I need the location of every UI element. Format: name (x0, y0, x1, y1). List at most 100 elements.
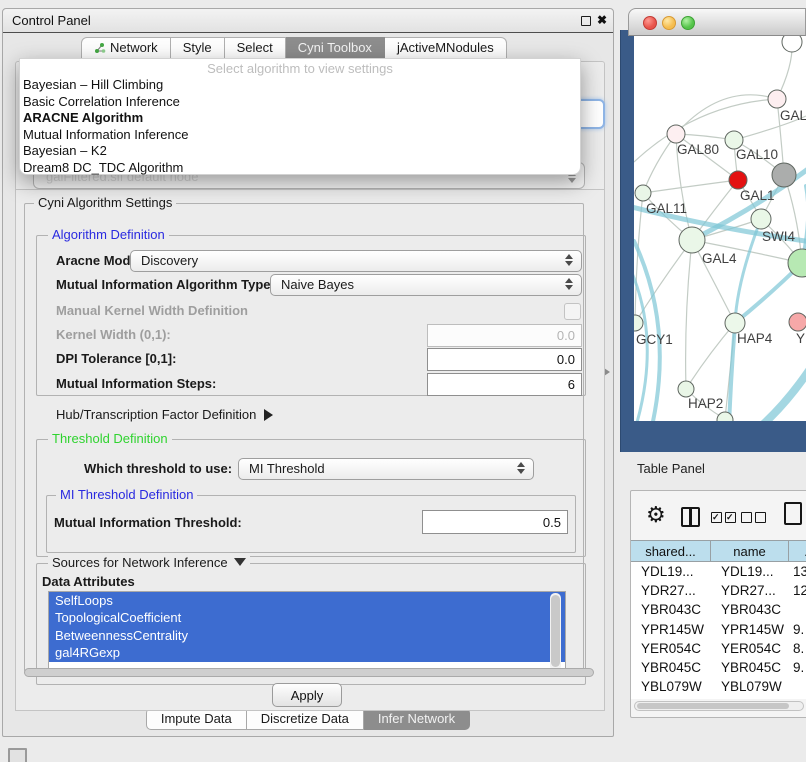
bottom-tab-impute-data[interactable]: Impute Data (146, 708, 247, 730)
tab-jactivemnodules[interactable]: jActiveMNodules (385, 37, 507, 59)
network-node-gal80[interactable] (667, 125, 685, 143)
control-panel-titlebar[interactable]: Control Panel ✖ (3, 9, 613, 33)
node-label: HAP2 (688, 396, 723, 411)
column-header-3[interactable]: A (789, 540, 806, 562)
columns-icon[interactable] (681, 507, 700, 527)
unchecked-box-icon (741, 512, 752, 523)
sources-title[interactable]: Sources for Network Inference (48, 556, 250, 570)
network-node-gal4[interactable] (679, 227, 705, 253)
which-threshold-combo[interactable]: MI Threshold (238, 458, 534, 480)
node-label: SWI4 (762, 229, 795, 244)
table-row[interactable]: YLR345WYLR345W9. (631, 696, 806, 699)
scrollbar-thumb[interactable] (551, 595, 560, 667)
network-node-gal1[interactable] (729, 171, 747, 189)
network-node-swi4[interactable] (751, 209, 771, 229)
network-node-hap4[interactable] (725, 313, 745, 333)
mi-steps-label: Mutual Information Steps: (56, 373, 216, 395)
tab-select[interactable]: Select (225, 37, 286, 59)
menu-item-mutual-information-inference[interactable]: Mutual Information Inference (20, 127, 580, 144)
menu-item-dream8-dc-tdc-algorithm[interactable]: Dream8 DC_TDC Algorithm (20, 160, 580, 177)
tab-label: Style (183, 38, 212, 58)
table-cell: 9. (789, 620, 806, 639)
manual-kernel-checkbox[interactable] (564, 303, 581, 320)
close-traffic-light-icon[interactable] (643, 16, 657, 30)
tab-cyni-toolbox[interactable]: Cyni Toolbox (286, 37, 385, 59)
table-row[interactable]: YER054CYER054C8. (631, 639, 806, 658)
network-edge-highlighted (729, 323, 735, 421)
table-row[interactable]: YBL079WYBL079W (631, 677, 806, 696)
menu-item-bayesian-hill-climbing[interactable]: Bayesian – Hill Climbing (20, 77, 580, 94)
mi-steps-input[interactable] (427, 373, 582, 396)
data-attributes-list[interactable]: SelfLoopsTopologicalCoefficientBetweenne… (48, 591, 566, 673)
scrollbar-thumb[interactable] (637, 703, 789, 709)
show-all-columns-icon[interactable]: ✓✓ (711, 512, 736, 523)
network-node-gal[interactable] (768, 90, 786, 108)
attribute-item-gal4rgexp[interactable]: gal4RGexp (49, 644, 565, 661)
network-node-hap2[interactable] (678, 381, 694, 397)
zoom-traffic-light-icon[interactable] (681, 16, 695, 30)
hub-definition-label: Hub/Transcription Factor Definition (56, 407, 256, 422)
network-canvas[interactable]: GALGAL80GAL10GAL1GAL11SWI4GAL4GCY1HAP4YH… (634, 36, 806, 421)
node-label: GAL80 (677, 142, 719, 157)
table-row[interactable]: YDR27...YDR27...12 (631, 581, 806, 600)
attribute-item-selfloops[interactable]: SelfLoops (49, 592, 565, 609)
network-node[interactable] (782, 36, 802, 52)
float-window-icon[interactable] (581, 16, 591, 26)
column-header-2[interactable]: name (711, 540, 789, 562)
combo-stepper-icon (565, 254, 574, 266)
function-builder-icon[interactable] (784, 502, 802, 525)
unchecked-box-icon (755, 512, 766, 523)
dpi-tolerance-label: DPI Tolerance [0,1]: (56, 348, 176, 370)
node-label: HAP4 (737, 331, 773, 346)
attributes-scrollbar[interactable] (550, 593, 561, 671)
cyni-settings-panel: Cyni Algorithm Settings Algorithm Defini… (15, 189, 605, 711)
table-row[interactable]: YDL19...YDL19...13 (631, 562, 806, 581)
network-node-gcy1[interactable] (634, 315, 643, 331)
table-cell: YER054C (631, 639, 711, 658)
table-row[interactable]: YBR045CYBR045C9. (631, 658, 806, 677)
checked-box-icon: ✓ (711, 512, 722, 523)
node-label: GAL1 (740, 188, 775, 203)
table-cell: YDL19... (631, 562, 711, 581)
kernel-width-input[interactable] (427, 324, 582, 347)
cyni-algorithm-settings-title: Cyni Algorithm Settings (34, 196, 176, 210)
gear-icon[interactable]: ⚙ (646, 503, 666, 527)
close-icon[interactable]: ✖ (597, 12, 607, 29)
hide-all-columns-icon[interactable] (741, 512, 766, 523)
tab-network[interactable]: Network (81, 37, 171, 59)
table-row[interactable]: YPR145WYPR145W9. (631, 620, 806, 639)
tab-label: Cyni Toolbox (298, 38, 372, 58)
apply-button[interactable]: Apply (272, 683, 342, 707)
mi-threshold-label: Mutual Information Threshold: (54, 512, 242, 534)
hub-definition-toggle[interactable]: Hub/Transcription Factor Definition (56, 406, 273, 424)
mi-algorithm-type-combo[interactable]: Naive Bayes (270, 274, 582, 296)
table-row[interactable]: YBR043CYBR043C (631, 600, 806, 619)
algorithm-menu: Bayesian – Hill ClimbingBasic Correlatio… (20, 77, 580, 177)
network-node-gal11[interactable] (635, 185, 651, 201)
mi-threshold-input[interactable] (422, 510, 568, 534)
dock-grip-icon[interactable] (8, 748, 27, 762)
expand-right-icon (264, 409, 273, 421)
settings-horizontal-scrollbar[interactable] (24, 668, 594, 677)
column-header-1[interactable]: shared... (631, 540, 711, 562)
bottom-tab-infer-network[interactable]: Infer Network (364, 708, 470, 730)
minimize-traffic-light-icon[interactable] (662, 16, 676, 30)
table-panel-title: Table Panel (637, 461, 705, 476)
attribute-item-topologicalcoefficient[interactable]: TopologicalCoefficient (49, 609, 565, 626)
bottom-tab-discretize-data[interactable]: Discretize Data (247, 708, 364, 730)
table-cell: YPR145W (631, 620, 711, 639)
attribute-item-betweennesscentrality[interactable]: BetweennessCentrality (49, 627, 565, 644)
menu-item-bayesian-k2[interactable]: Bayesian – K2 (20, 143, 580, 160)
table-horizontal-scrollbar[interactable] (634, 701, 804, 711)
network-window-titlebar[interactable] (628, 8, 806, 36)
combo-stepper-icon (565, 278, 574, 290)
network-node[interactable] (772, 163, 796, 187)
menu-item-basic-correlation-inference[interactable]: Basic Correlation Inference (20, 94, 580, 111)
aracne-mode-combo[interactable]: Discovery (130, 250, 582, 272)
network-node-y[interactable] (789, 313, 806, 331)
dpi-tolerance-input[interactable] (427, 348, 582, 371)
menu-item-aracne-algorithm[interactable]: ARACNE Algorithm (20, 110, 580, 127)
tab-style[interactable]: Style (171, 37, 225, 59)
table-cell: YLR345W (711, 696, 789, 699)
table-cell: YBR045C (711, 658, 789, 677)
